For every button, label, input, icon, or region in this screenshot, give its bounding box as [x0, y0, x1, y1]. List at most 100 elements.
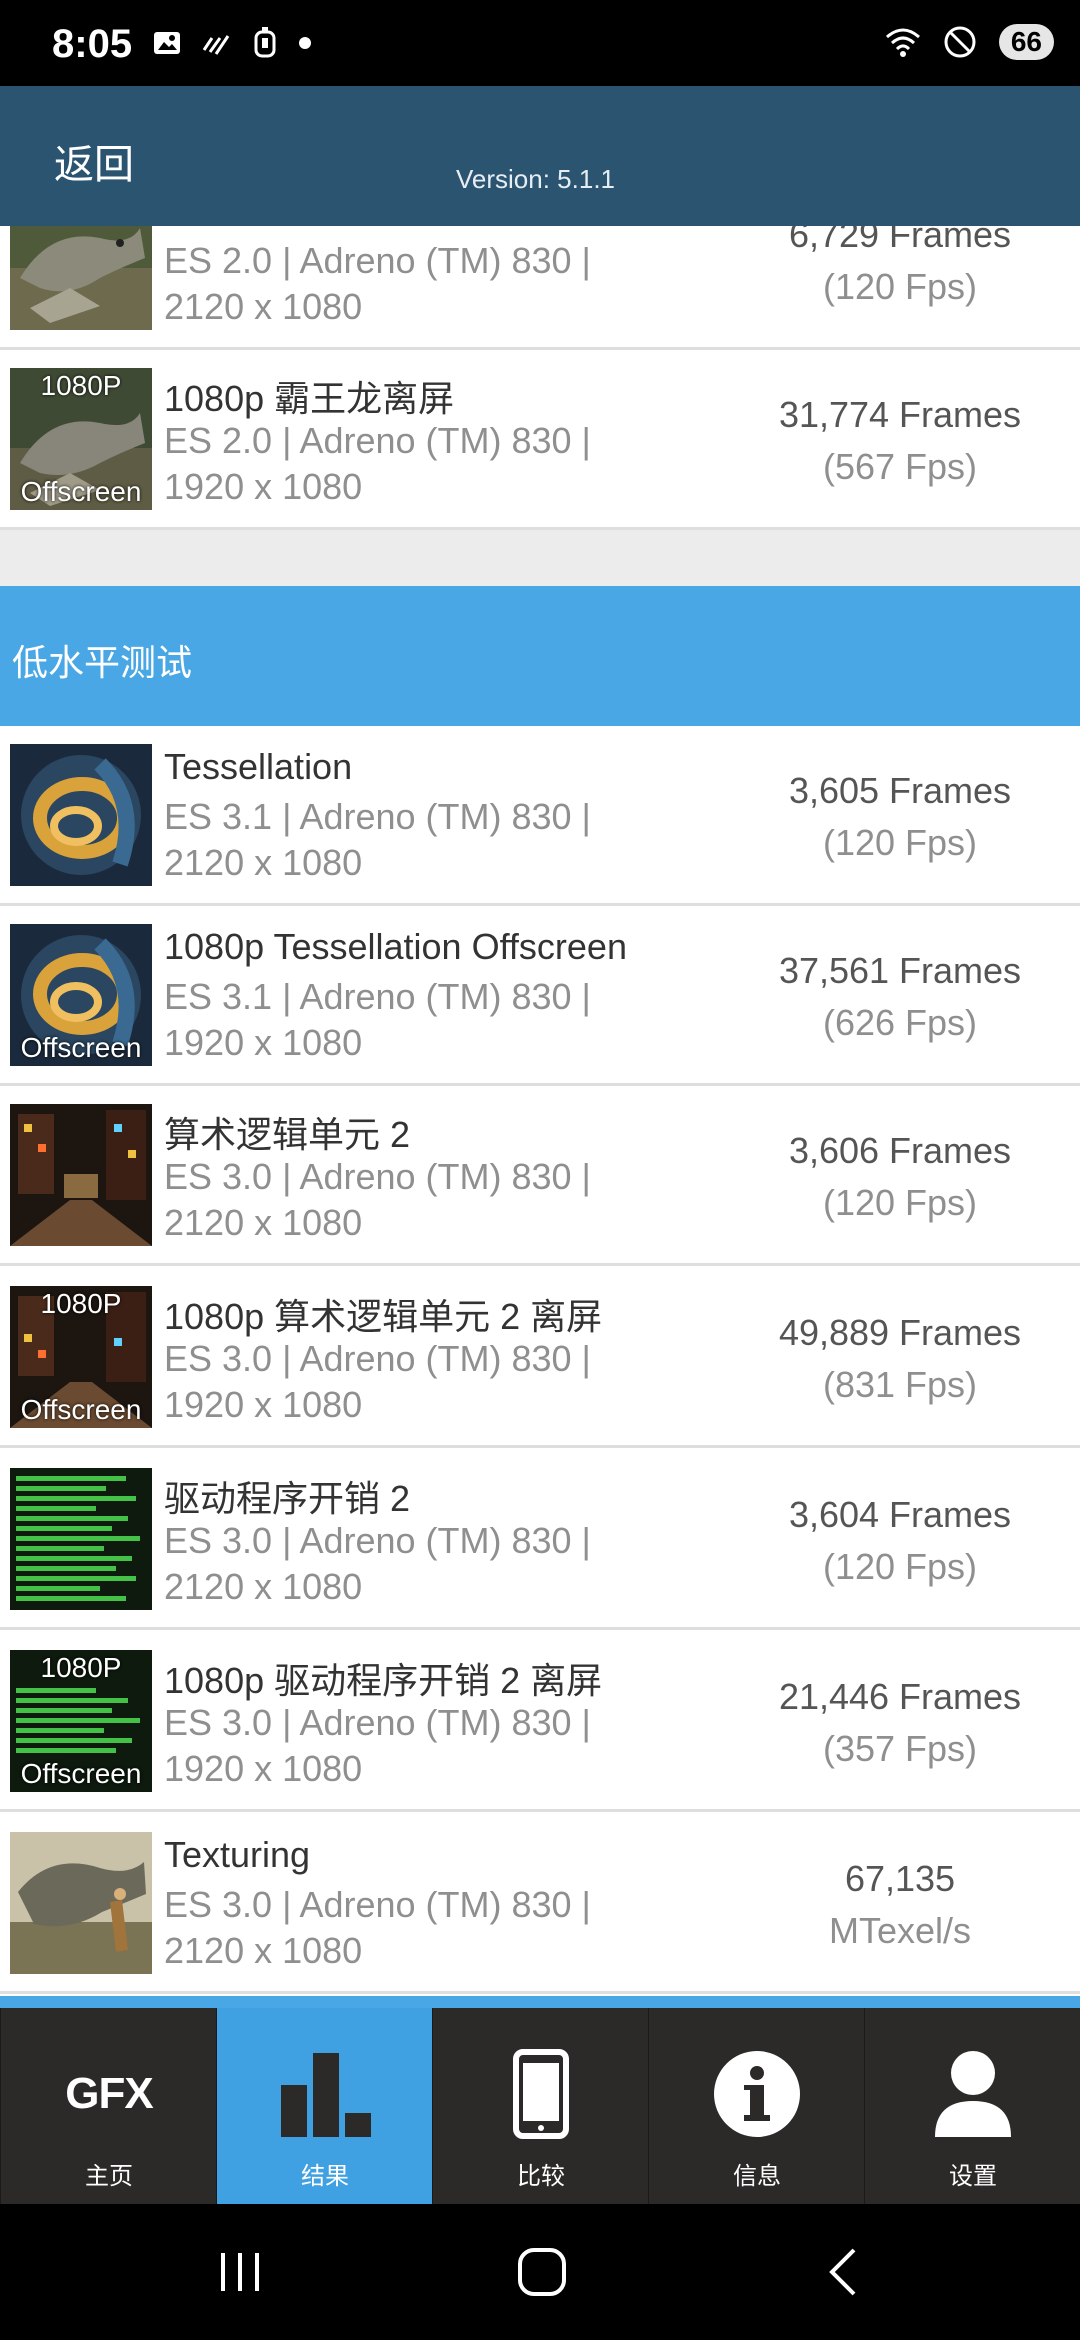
benchmark-resolution: 1920 x 1080 [164, 1384, 363, 1425]
badge-offscreen: Offscreen [20, 1758, 142, 1789]
benchmark-thumbnail [10, 1468, 152, 1610]
benchmark-name: 1080p 霸王龙离屏 [164, 378, 455, 419]
benchmark-thumbnail: 1080P Offscreen [10, 1286, 152, 1428]
benchmark-resolution: 2120 x 1080 [164, 842, 363, 883]
tab-info[interactable]: 信息 [648, 2008, 864, 2204]
benchmark-fps: (120 Fps) [822, 822, 978, 863]
back-button[interactable]: 返回 [54, 132, 134, 190]
benchmark-fps: (120 Fps) [822, 1546, 978, 1587]
list-item[interactable]: 算术逻辑单元 2 ES 3.0 | Adreno (TM) 830 | 2120… [0, 1086, 1080, 1266]
benchmark-api: ES 3.0 | Adreno (TM) 830 | [164, 1338, 591, 1379]
list-item[interactable]: 1080P Offscreen 1080p 算术逻辑单元 2 离屏 ES 3.0… [0, 1268, 1080, 1448]
benchmark-fps: MTexel/s [828, 1910, 972, 1951]
section-header: 低水平测试 [0, 586, 1080, 726]
recent-apps-icon [221, 2253, 259, 2291]
system-nav-bar [0, 2204, 1080, 2340]
benchmark-fps: (626 Fps) [822, 1002, 978, 1043]
list-item[interactable]: Tessellation ES 3.1 | Adreno (TM) 830 | … [0, 726, 1080, 906]
benchmark-thumbnail [10, 226, 152, 330]
benchmark-thumbnail: Offscreen [10, 924, 152, 1066]
benchmark-api: ES 3.1 | Adreno (TM) 830 | [164, 976, 591, 1017]
list-item[interactable]: 驱动程序开销 2 ES 3.0 | Adreno (TM) 830 | 2120… [0, 1450, 1080, 1630]
benchmark-name: 1080p Tessellation Offscreen [164, 926, 627, 967]
benchmark-thumbnail [10, 1104, 152, 1246]
benchmark-name: Texturing [164, 1834, 311, 1875]
benchmark-resolution: 2120 x 1080 [164, 1202, 363, 1243]
list-item[interactable]: 1080P Offscreen 1080p 驱动程序开销 2 离屏 ES 3.0… [0, 1632, 1080, 1812]
list-item[interactable]: 1080P Offscreen 1080p 霸王龙离屏 ES 2.0 | Adr… [0, 350, 1080, 530]
app-header: 返回 Version: 5.1.1 [0, 86, 1080, 226]
back-arrow-icon [829, 2248, 856, 2296]
benchmark-score: 37,561 Frames [778, 950, 1022, 991]
badge-offscreen: Offscreen [20, 476, 142, 507]
benchmark-fps: (357 Fps) [822, 1728, 978, 1769]
do-not-disturb-icon [944, 26, 976, 58]
benchmark-resolution: 1920 x 1080 [164, 466, 363, 507]
home-icon [518, 2248, 566, 2296]
benchmark-score: 49,889 Frames [778, 1312, 1022, 1353]
benchmark-resolution: 2120 x 1080 [164, 286, 363, 327]
tab-settings[interactable]: 设置 [864, 2008, 1080, 2204]
timer-icon [254, 27, 276, 58]
list-item[interactable]: ES 2.0 | Adreno (TM) 830 | 2120 x 1080 6… [0, 226, 1080, 350]
signal-lines-icon [202, 35, 230, 55]
home-button[interactable] [502, 2240, 582, 2304]
list-item[interactable]: Offscreen 1080p Tessellation Offscreen E… [0, 906, 1080, 1086]
user-icon [935, 2051, 1011, 2137]
dot-icon [299, 37, 311, 49]
tab-label: 比较 [517, 2162, 565, 2190]
benchmark-resolution: 2120 x 1080 [164, 1930, 363, 1971]
status-bar: 8:05 66 [0, 0, 1080, 86]
benchmark-score: 21,446 Frames [778, 1676, 1022, 1717]
benchmark-api: ES 3.0 | Adreno (TM) 830 | [164, 1156, 591, 1197]
benchmark-thumbnail: 1080P Offscreen [10, 1650, 152, 1792]
section-gap [0, 530, 1080, 586]
wifi-icon [885, 28, 920, 57]
tab-results[interactable]: 结果 [216, 2008, 432, 2204]
gfx-logo-icon: GFX [65, 2069, 153, 2118]
benchmark-name: 算术逻辑单元 2 [164, 1114, 411, 1155]
badge-1080p: 1080P [40, 1652, 122, 1683]
benchmark-resolution: 1920 x 1080 [164, 1022, 363, 1063]
benchmark-api: ES 2.0 | Adreno (TM) 830 | [164, 240, 591, 281]
tab-label: 主页 [85, 2162, 133, 2190]
next-section-edge [0, 1996, 1080, 2008]
info-icon [714, 2051, 800, 2137]
benchmark-fps: (120 Fps) [822, 1182, 978, 1223]
tab-label: 信息 [733, 2162, 781, 2190]
benchmark-name: 驱动程序开销 2 [164, 1478, 411, 1519]
benchmark-api: ES 3.0 | Adreno (TM) 830 | [164, 1702, 591, 1743]
benchmark-fps: (567 Fps) [822, 446, 978, 487]
benchmark-name: Tessellation [164, 746, 353, 787]
tab-label: 设置 [949, 2162, 997, 2190]
back-nav-button[interactable] [804, 2240, 884, 2304]
trex-thumbnail-icon [10, 226, 152, 330]
benchmark-score: 31,774 Frames [778, 394, 1022, 435]
list-item[interactable]: Texturing ES 3.0 | Adreno (TM) 830 | 212… [0, 1814, 1080, 1994]
tab-compare[interactable]: 比较 [432, 2008, 648, 2204]
recent-apps-button[interactable] [200, 2240, 280, 2304]
tab-label: 结果 [301, 2162, 349, 2190]
benchmark-thumbnail: 1080P Offscreen [10, 368, 152, 510]
benchmark-score: 67,135 [844, 1858, 956, 1899]
version-label: Version: 5.1.1 [456, 164, 615, 194]
benchmark-name: 1080p 算术逻辑单元 2 离屏 [164, 1296, 603, 1337]
badge-offscreen: Offscreen [20, 1394, 142, 1425]
texturing-thumbnail-icon [10, 1832, 152, 1974]
benchmark-api: ES 3.0 | Adreno (TM) 830 | [164, 1520, 591, 1561]
benchmark-api: ES 3.0 | Adreno (TM) 830 | [164, 1884, 591, 1925]
benchmark-name: 1080p 驱动程序开销 2 离屏 [164, 1660, 603, 1701]
benchmark-resolution: 2120 x 1080 [164, 1566, 363, 1607]
results-list[interactable]: ES 2.0 | Adreno (TM) 830 | 2120 x 1080 6… [0, 226, 1080, 2008]
badge-1080p: 1080P [40, 370, 122, 401]
benchmark-fps: (831 Fps) [822, 1364, 978, 1405]
benchmark-score: 3,605 Frames [788, 770, 1012, 811]
badge-1080p: 1080P [40, 1288, 122, 1319]
benchmark-api: ES 3.1 | Adreno (TM) 830 | [164, 796, 591, 837]
tessellation-thumbnail-icon [10, 744, 152, 886]
benchmark-score: 6,729 Frames [788, 226, 1012, 255]
gallery-icon [154, 32, 180, 54]
battery-level: 66 [998, 24, 1054, 60]
tab-home[interactable]: GFX 主页 [0, 2008, 216, 2204]
benchmark-thumbnail [10, 1832, 152, 1974]
